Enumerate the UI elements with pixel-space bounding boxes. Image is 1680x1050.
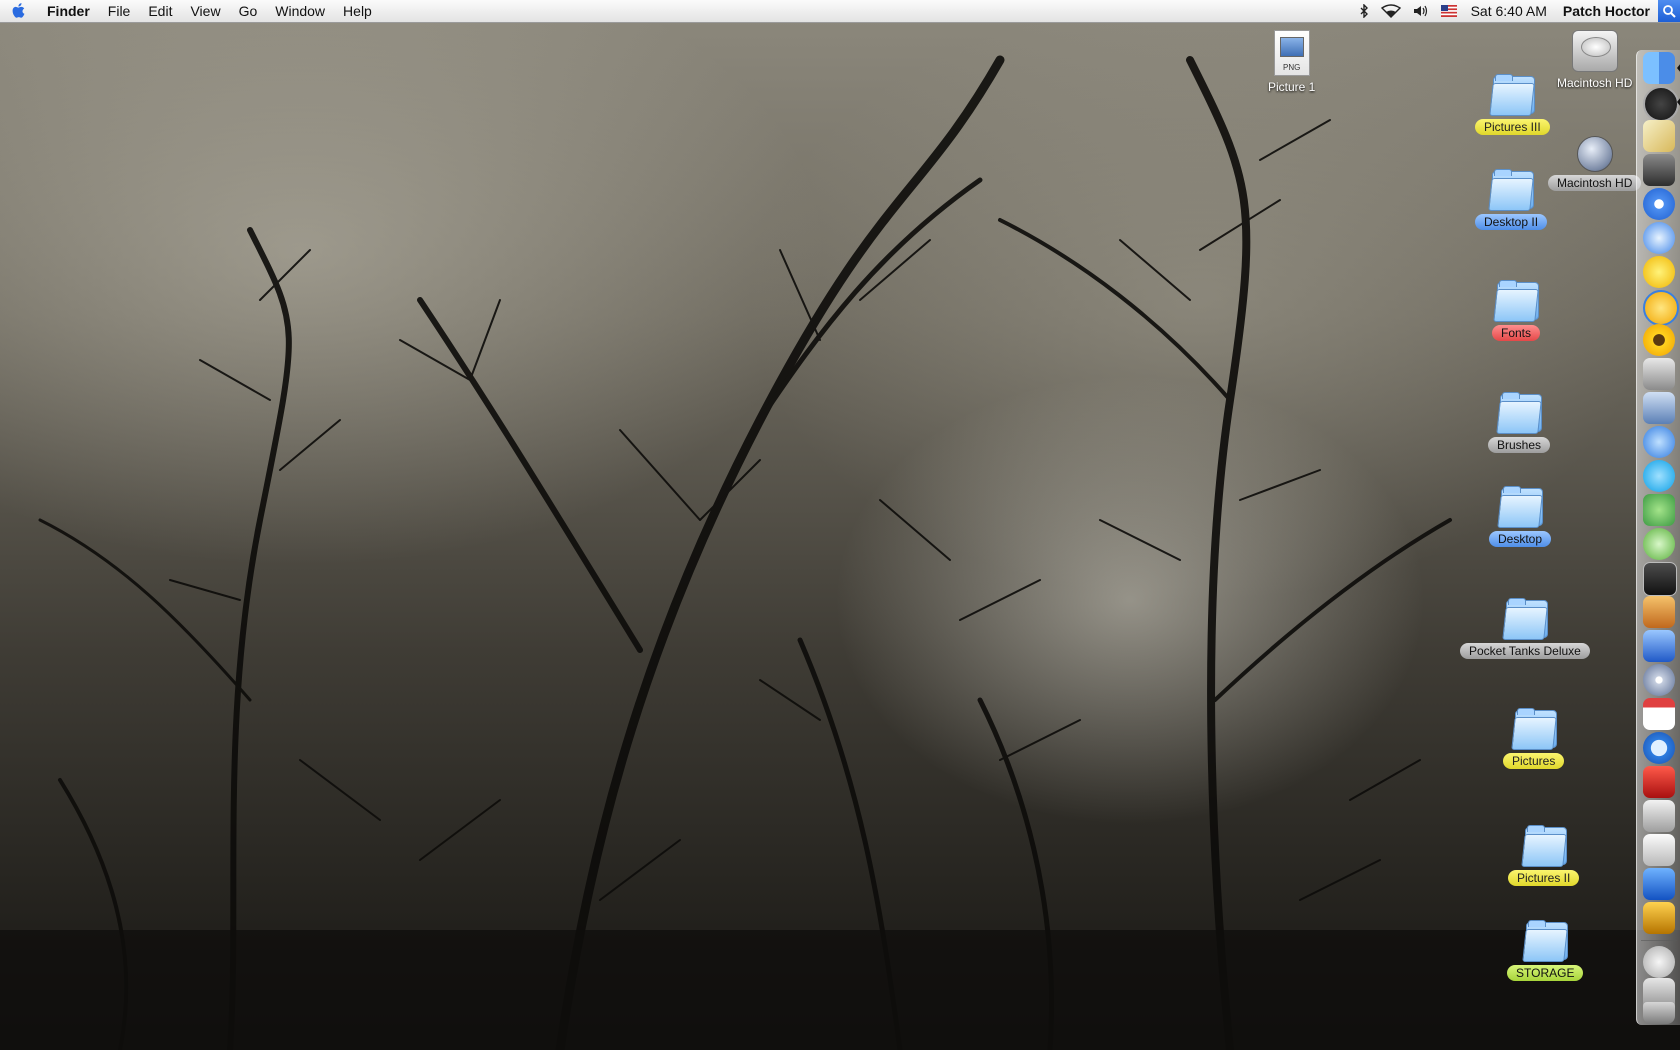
hard-drive-icon — [1571, 30, 1618, 72]
png-badge: PNG — [1283, 63, 1301, 72]
spotlight-search-icon[interactable] — [1658, 0, 1680, 22]
desktop-item-label: Macintosh HD — [1548, 175, 1642, 191]
dock — [1636, 50, 1680, 1025]
wacom-icon[interactable] — [1643, 868, 1675, 900]
activity-monitor-icon[interactable] — [1643, 562, 1677, 596]
tree-silhouettes — [0, 55, 1680, 1050]
folder-icon — [1522, 920, 1569, 962]
desktop-item-pictures[interactable]: Pictures — [1503, 708, 1565, 769]
menu-file[interactable]: File — [99, 0, 140, 22]
itunes-icon[interactable] — [1643, 528, 1675, 560]
menu-go[interactable]: Go — [230, 0, 267, 22]
mail-at-icon[interactable] — [1643, 946, 1675, 978]
bird-preview-icon[interactable] — [1643, 392, 1675, 424]
pen-nib-icon[interactable] — [1643, 358, 1675, 390]
sunflower-icon[interactable] — [1643, 324, 1675, 356]
desktop-item-label: STORAGE — [1507, 965, 1584, 981]
desktop-wallpaper — [0, 0, 1680, 1050]
menu-view[interactable]: View — [181, 0, 229, 22]
desktop-item-brushes[interactable]: Brushes — [1488, 392, 1551, 453]
messenger-icon[interactable] — [1643, 290, 1679, 326]
menu-extras: Sat 6:40 AM Patch Hoctor — [1353, 0, 1680, 22]
menu-clock[interactable]: Sat 6:40 AM — [1463, 3, 1555, 19]
ical-icon[interactable] — [1643, 698, 1675, 730]
volume-icon[interactable] — [1407, 0, 1435, 22]
video-chat-icon[interactable] — [1643, 426, 1675, 458]
desktop-item-storage[interactable]: STORAGE — [1507, 920, 1584, 981]
bluetooth-icon[interactable] — [1353, 0, 1375, 22]
quicktime-icon[interactable] — [1643, 732, 1675, 764]
chat-smiley-icon[interactable] — [1643, 256, 1675, 288]
apple-menu-icon[interactable] — [0, 0, 38, 22]
desktop-item-label: Macintosh HD — [1557, 76, 1633, 90]
pencil-app-icon[interactable] — [1643, 120, 1675, 152]
menu-bar: Finder File Edit View Go Window Help Sat… — [0, 0, 1680, 23]
textedit-icon[interactable] — [1643, 834, 1675, 866]
desktop-item-macintosh-hd-network[interactable]: Macintosh HD — [1548, 136, 1642, 191]
desktop-item-label: Pocket Tanks Deluxe — [1460, 643, 1590, 659]
desktop-item-pocket-tanks-deluxe[interactable]: Pocket Tanks Deluxe — [1460, 598, 1590, 659]
folder-icon — [1496, 392, 1543, 434]
people-icon[interactable] — [1643, 494, 1675, 526]
desktop-item-picture-1[interactable]: PNG Picture 1 — [1266, 30, 1317, 95]
dashboard-icon[interactable] — [1643, 86, 1679, 122]
dock-separator — [1641, 940, 1677, 941]
menu-window[interactable]: Window — [266, 0, 334, 22]
desktop-item-desktop[interactable]: Desktop — [1489, 486, 1552, 547]
wifi-icon[interactable] — [1375, 0, 1407, 22]
desktop-item-label: Brushes — [1488, 437, 1551, 453]
imovie-icon[interactable] — [1643, 630, 1675, 662]
system-preferences-icon[interactable] — [1643, 800, 1675, 832]
folder-icon — [1489, 74, 1536, 116]
desktop-item-label: Desktop — [1489, 531, 1552, 547]
menu-app-finder[interactable]: Finder — [38, 0, 99, 22]
dvd-player-icon[interactable] — [1643, 664, 1675, 696]
safari-icon[interactable] — [1643, 222, 1675, 254]
fast-user-switch[interactable]: Patch Hoctor — [1555, 3, 1658, 19]
desktop-item-label: Pictures II — [1508, 870, 1580, 886]
folder-icon — [1488, 169, 1535, 211]
menu-edit[interactable]: Edit — [139, 0, 181, 22]
target-icon[interactable] — [1643, 188, 1675, 220]
desktop-item-label: Fonts — [1492, 325, 1541, 341]
folder-icon — [1493, 280, 1539, 322]
desktop-item-fonts[interactable]: Fonts — [1492, 280, 1541, 341]
graduation-cap-icon[interactable] — [1643, 154, 1675, 186]
folder-icon — [1520, 825, 1567, 867]
trash-icon[interactable] — [1643, 1002, 1675, 1024]
desktop-item-label: Pictures III — [1475, 119, 1550, 135]
desktop-item-label: Pictures — [1503, 753, 1565, 769]
menu-help[interactable]: Help — [334, 0, 381, 22]
desktop-item-label: Desktop II — [1475, 214, 1548, 230]
folder-icon — [1497, 486, 1544, 528]
desktop-item-pictures-iii[interactable]: Pictures III — [1475, 74, 1550, 135]
iphoto-icon[interactable] — [1643, 596, 1675, 628]
png-file-icon: PNG — [1273, 30, 1310, 76]
network-globe-icon — [1576, 136, 1613, 172]
red-book-icon[interactable] — [1643, 766, 1675, 798]
desktop-item-label: Picture 1 — [1268, 80, 1316, 94]
desktop-item-desktop-ii[interactable]: Desktop II — [1475, 169, 1548, 230]
desktop-item-macintosh-hd[interactable]: Macintosh HD — [1555, 30, 1634, 91]
finder-icon[interactable] — [1643, 52, 1675, 84]
us-flag-input-icon[interactable] — [1435, 0, 1463, 22]
folder-icon — [1502, 598, 1548, 640]
desktop-item-pictures-ii[interactable]: Pictures II — [1508, 825, 1580, 886]
car-game-icon[interactable] — [1643, 902, 1675, 934]
skype-icon[interactable] — [1643, 460, 1675, 492]
folder-icon — [1510, 708, 1557, 750]
